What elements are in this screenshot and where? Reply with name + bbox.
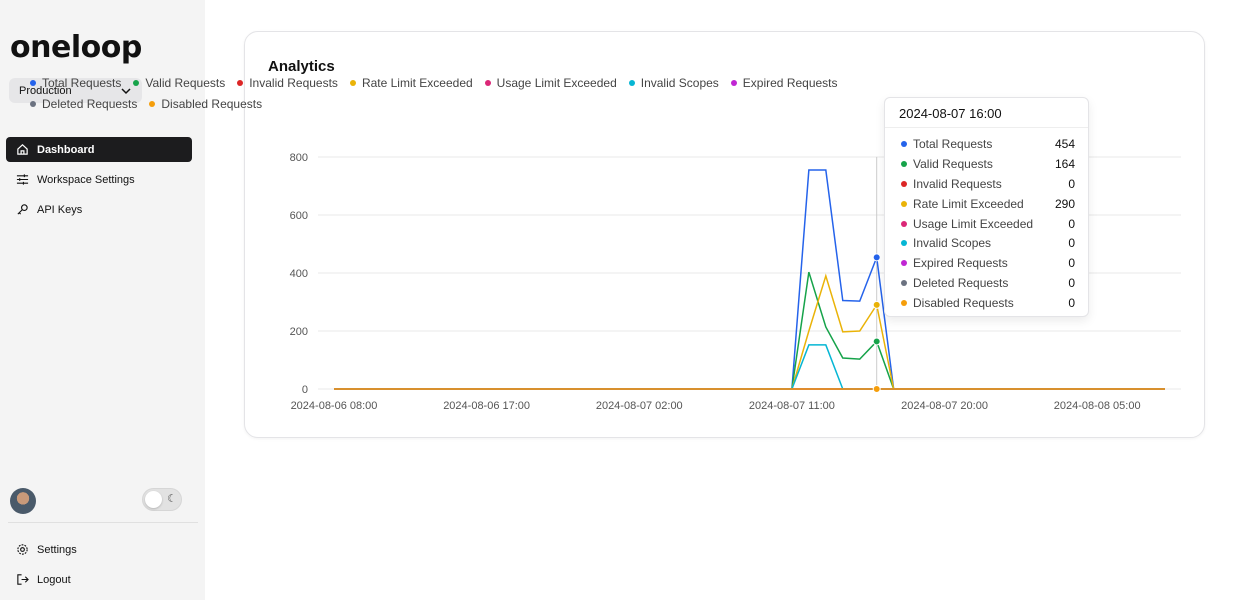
y-tick-label: 400 bbox=[290, 268, 308, 280]
tooltip-dot bbox=[901, 240, 907, 247]
tooltip-label: Invalid Requests bbox=[913, 176, 1002, 191]
x-tick-label: 2024-08-06 17:00 bbox=[443, 400, 530, 412]
tooltip-row: Total Requests 454 bbox=[885, 134, 1088, 154]
tooltip-dot bbox=[901, 280, 907, 287]
tooltip-value: 0 bbox=[1068, 176, 1075, 191]
x-tick-label: 2024-08-07 11:00 bbox=[749, 400, 835, 412]
tooltip-dot bbox=[901, 180, 907, 187]
tooltip-dot bbox=[901, 220, 907, 227]
x-tick-label: 2024-08-07 20:00 bbox=[901, 400, 988, 412]
tooltip-row: Valid Requests 164 bbox=[885, 154, 1088, 174]
y-tick-label: 800 bbox=[290, 152, 308, 164]
y-tick-label: 0 bbox=[302, 384, 308, 396]
tooltip-row: Invalid Scopes 0 bbox=[885, 233, 1088, 253]
tooltip-row: Rate Limit Exceeded 290 bbox=[885, 194, 1088, 214]
tooltip-value: 0 bbox=[1068, 276, 1075, 291]
y-tick-label: 200 bbox=[290, 326, 308, 338]
tooltip-label: Rate Limit Exceeded bbox=[913, 196, 1024, 211]
tooltip-row: Invalid Requests 0 bbox=[885, 174, 1088, 194]
hover-point bbox=[872, 253, 881, 262]
hover-point bbox=[872, 337, 881, 346]
x-tick-label: 2024-08-08 05:00 bbox=[1054, 400, 1141, 412]
tooltip-label: Expired Requests bbox=[913, 256, 1008, 271]
tooltip-row: Expired Requests 0 bbox=[885, 253, 1088, 273]
tooltip-value: 0 bbox=[1068, 216, 1075, 231]
tooltip-value: 164 bbox=[1054, 156, 1075, 171]
tooltip-dot bbox=[901, 200, 907, 207]
hover-point bbox=[872, 300, 881, 309]
tooltip-value: 0 bbox=[1068, 296, 1075, 311]
chart-tooltip: 2024-08-07 16:00 Total Requests 454 Valid … bbox=[884, 97, 1089, 317]
series-line bbox=[334, 344, 1165, 390]
tooltip-value: 0 bbox=[1068, 256, 1075, 271]
tooltip-dot bbox=[901, 160, 907, 167]
tooltip-label: Invalid Scopes bbox=[913, 236, 992, 251]
x-tick-label: 2024-08-07 02:00 bbox=[596, 400, 683, 412]
tooltip-value: 0 bbox=[1068, 236, 1075, 251]
hover-point bbox=[872, 385, 881, 393]
tooltip-row: Deleted Requests 0 bbox=[885, 273, 1088, 293]
tooltip-dot bbox=[901, 140, 907, 147]
tooltip-label: Usage Limit Exceeded bbox=[913, 216, 1034, 231]
y-tick-label: 600 bbox=[290, 210, 308, 222]
tooltip-dot bbox=[901, 300, 907, 307]
tooltip-value: 454 bbox=[1054, 136, 1075, 151]
tooltip-row: Usage Limit Exceeded 0 bbox=[885, 214, 1088, 234]
tooltip-label: Deleted Requests bbox=[913, 276, 1009, 291]
tooltip-row: Disabled Requests 0 bbox=[885, 293, 1088, 313]
x-tick-label: 2024-08-06 08:00 bbox=[291, 400, 378, 412]
tooltip-label: Total Requests bbox=[913, 136, 993, 151]
tooltip-dot bbox=[901, 260, 907, 267]
tooltip-value: 290 bbox=[1054, 196, 1075, 211]
tooltip-label: Valid Requests bbox=[913, 156, 993, 171]
tooltip-title: 2024-08-07 16:00 bbox=[885, 98, 1088, 128]
tooltip-label: Disabled Requests bbox=[913, 296, 1014, 311]
